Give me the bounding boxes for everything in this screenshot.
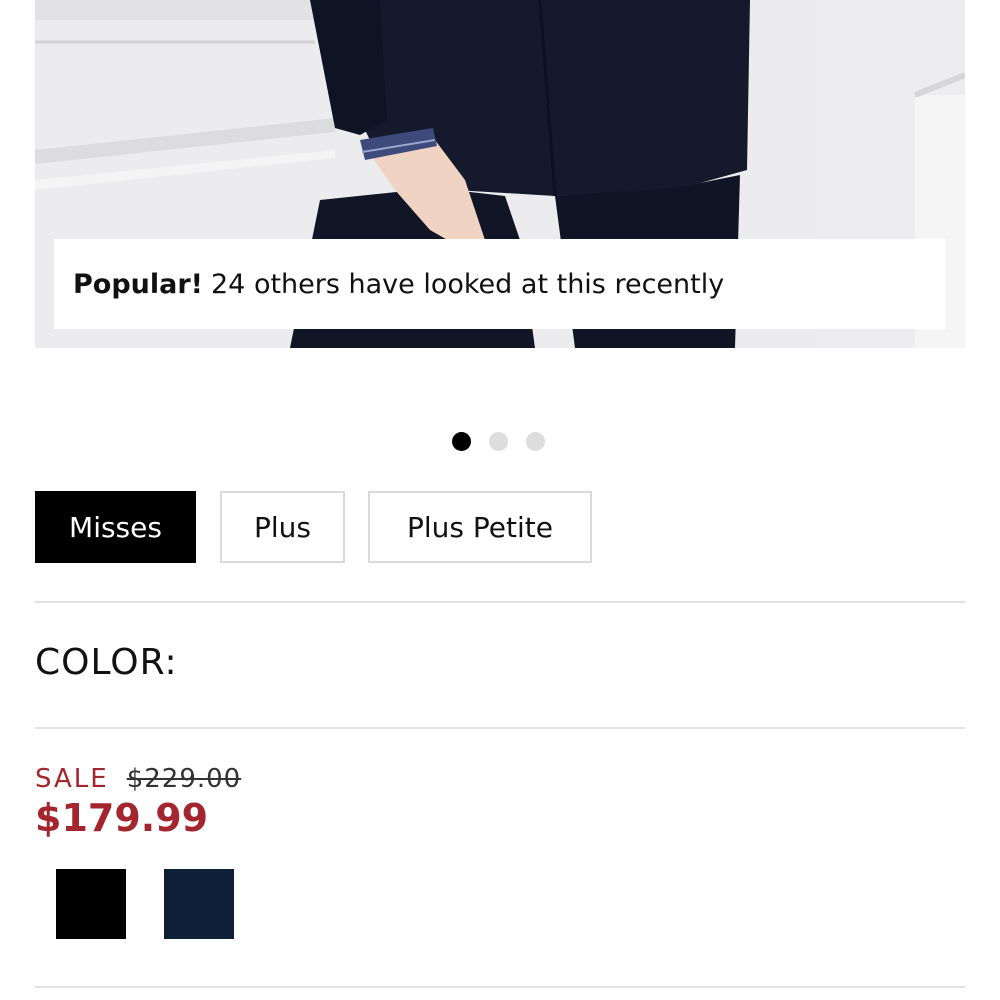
popular-banner: Popular! 24 others have looked at this r… [54, 239, 946, 329]
sale-label: SALE [35, 764, 109, 794]
carousel-dot-2[interactable] [489, 431, 508, 451]
color-swatch-navy[interactable] [164, 869, 234, 939]
popular-text: 24 others have looked at this recently [211, 268, 725, 300]
carousel-dot-3[interactable] [526, 431, 545, 451]
sale-row: SALE $229.00 [35, 764, 241, 794]
product-page: Popular! 24 others have looked at this r… [0, 0, 1000, 1000]
pricing: SALE $229.00 $179.99 [35, 764, 241, 840]
carousel-dots [452, 431, 545, 451]
size-tab-misses[interactable]: Misses [35, 491, 196, 563]
original-price: $229.00 [126, 764, 242, 794]
divider [35, 986, 965, 988]
size-tab-plus-petite[interactable]: Plus Petite [368, 491, 592, 563]
divider [35, 727, 965, 729]
size-tab-plus[interactable]: Plus [220, 491, 345, 563]
sale-price: $179.99 [35, 796, 209, 840]
color-swatch-black[interactable] [56, 869, 126, 939]
color-label: COLOR: [35, 642, 178, 683]
carousel-dot-1[interactable] [452, 431, 471, 451]
popular-label: Popular! [73, 268, 203, 300]
divider [35, 601, 965, 603]
